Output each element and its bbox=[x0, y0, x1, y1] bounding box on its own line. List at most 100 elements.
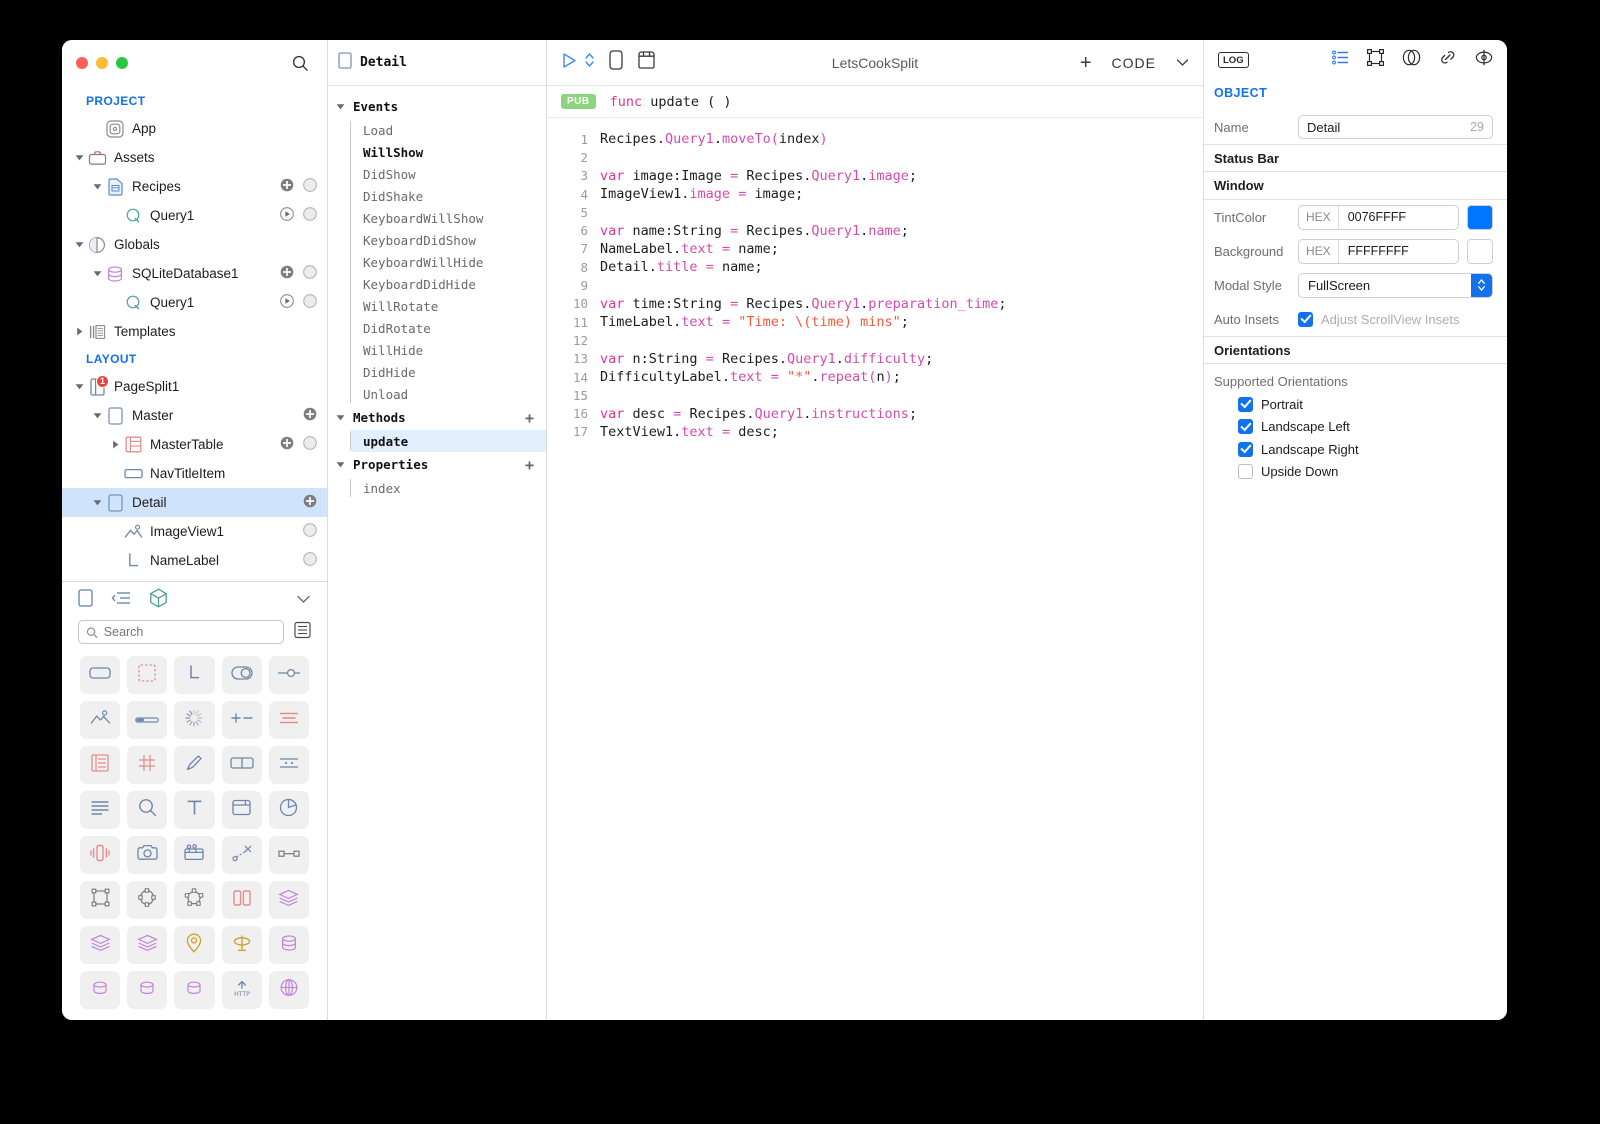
code-line[interactable]: 7 NameLabel.text = name; bbox=[547, 240, 1203, 258]
function-signature[interactable]: func update ( ) bbox=[610, 94, 732, 110]
search-input[interactable] bbox=[103, 625, 276, 639]
palette-item-db-row[interactable] bbox=[80, 971, 121, 1009]
device-icon[interactable] bbox=[609, 50, 623, 75]
chevron-updown-icon[interactable] bbox=[1471, 273, 1492, 297]
name-field[interactable]: Detail 29 bbox=[1298, 115, 1493, 139]
events-item-didhide[interactable]: DidHide bbox=[350, 361, 546, 383]
code-line[interactable]: 9 bbox=[547, 276, 1203, 294]
palette-item-stack-db[interactable] bbox=[127, 926, 168, 964]
twisty-closed-icon[interactable] bbox=[72, 327, 86, 336]
toggle-circle-icon[interactable] bbox=[303, 294, 317, 311]
toggle-circle-icon[interactable] bbox=[303, 523, 317, 540]
tree-item-assets[interactable]: Assets bbox=[62, 143, 327, 172]
events-item-willshow[interactable]: WillShow bbox=[350, 141, 546, 163]
events-item-willrotate[interactable]: WillRotate bbox=[350, 295, 546, 317]
palette-item-camera[interactable] bbox=[127, 836, 168, 874]
code-line[interactable]: 4 ImageView1.image = image; bbox=[547, 185, 1203, 203]
visibility-badge[interactable]: PUB bbox=[561, 94, 596, 109]
updown-icon[interactable] bbox=[584, 52, 595, 73]
log-button[interactable]: LOG bbox=[1218, 52, 1249, 68]
tintcolor-hex-field[interactable]: HEX 0076FFFF bbox=[1298, 204, 1459, 230]
twisty-open-icon[interactable] bbox=[336, 410, 345, 425]
palette-item-textview[interactable] bbox=[80, 791, 121, 829]
palette-item-label[interactable] bbox=[174, 656, 215, 694]
preview-icon[interactable] bbox=[1475, 49, 1493, 71]
orientation-checkbox[interactable] bbox=[1238, 441, 1253, 457]
attributes-icon[interactable] bbox=[1332, 50, 1349, 70]
twisty-open-icon[interactable] bbox=[72, 382, 86, 391]
events-item-keyboarddidhide[interactable]: KeyboardDidHide bbox=[350, 273, 546, 295]
palette-item-text[interactable] bbox=[174, 791, 215, 829]
code-editor[interactable]: 1 Recipes.Query1.moveTo(index) 2 3 var image… bbox=[547, 118, 1203, 1020]
add-methods-button[interactable]: + bbox=[525, 409, 534, 427]
search-icon[interactable] bbox=[291, 54, 309, 72]
palette-item-splitview[interactable] bbox=[221, 746, 262, 784]
section-window[interactable]: Window bbox=[1204, 172, 1507, 200]
palette-item-circle-shape[interactable] bbox=[127, 881, 168, 919]
palette-search-box[interactable] bbox=[78, 620, 284, 644]
palette-item-frame[interactable] bbox=[80, 881, 121, 919]
toggle-circle-icon[interactable] bbox=[303, 178, 317, 195]
events-item-didshow[interactable]: DidShow bbox=[350, 163, 546, 185]
tree-item-master[interactable]: Master bbox=[62, 401, 327, 430]
events-item-unload[interactable]: Unload bbox=[350, 383, 546, 405]
mode-label[interactable]: CODE bbox=[1112, 55, 1156, 71]
orientation-checkbox[interactable] bbox=[1238, 464, 1253, 480]
code-line[interactable]: 3 var image:Image = Recipes.Query1.image; bbox=[547, 167, 1203, 185]
palette-item-searchbar[interactable] bbox=[127, 791, 168, 829]
object-tab-icon[interactable] bbox=[149, 587, 168, 613]
toggle-circle-icon[interactable] bbox=[303, 552, 317, 569]
tree-item-globals[interactable]: Globals bbox=[62, 230, 327, 259]
code-line[interactable]: 16 var desc = Recipes.Query1.instructions… bbox=[547, 404, 1203, 422]
events-item-update[interactable]: update bbox=[350, 430, 546, 452]
palette-item-vibration[interactable] bbox=[80, 836, 121, 874]
tintcolor-swatch[interactable] bbox=[1467, 204, 1493, 230]
size-icon[interactable] bbox=[1367, 49, 1385, 71]
palette-item-segmented[interactable] bbox=[268, 701, 309, 739]
tree-item-pagesplit1[interactable]: 1 PageSplit1 bbox=[62, 372, 327, 401]
orientation-row-landscape-left[interactable]: Landscape Left bbox=[1204, 416, 1507, 439]
events-item-keyboardwillhide[interactable]: KeyboardWillHide bbox=[350, 251, 546, 273]
code-line[interactable]: 12 bbox=[547, 331, 1203, 349]
code-line[interactable]: 6 var name:String = Recipes.Query1.name; bbox=[547, 221, 1203, 239]
palette-item-stack-db[interactable] bbox=[268, 881, 309, 919]
palette-item-http[interactable]: HTTP bbox=[221, 971, 262, 1009]
add-icon[interactable] bbox=[280, 436, 294, 453]
twisty-open-icon[interactable] bbox=[90, 498, 104, 507]
tree-item-mastertable[interactable]: MasterTable bbox=[62, 430, 327, 459]
twisty-open-icon[interactable] bbox=[336, 457, 345, 472]
orientation-checkbox[interactable] bbox=[1238, 396, 1253, 412]
orientation-row-upside-down[interactable]: Upside Down bbox=[1204, 461, 1507, 484]
palette-item-chart[interactable] bbox=[268, 791, 309, 829]
palette-item-map-pin[interactable] bbox=[174, 926, 215, 964]
code-line[interactable]: 14 DifficultyLabel.text = "*".repeat(n); bbox=[547, 368, 1203, 386]
twisty-open-icon[interactable] bbox=[90, 182, 104, 191]
toggle-circle-icon[interactable] bbox=[303, 265, 317, 282]
orientation-row-portrait[interactable]: Portrait bbox=[1204, 393, 1507, 416]
palette-item-progressbar[interactable] bbox=[127, 701, 168, 739]
appearance-icon[interactable] bbox=[1402, 49, 1421, 71]
twisty-closed-icon[interactable] bbox=[108, 440, 122, 449]
tree-item-recipes[interactable]: Recipes bbox=[62, 172, 327, 201]
tree-item-namelabel[interactable]: NameLabel bbox=[62, 546, 327, 575]
palette-item-button[interactable] bbox=[80, 656, 121, 694]
code-line[interactable]: 2 bbox=[547, 148, 1203, 166]
events-item-keyboardwillshow[interactable]: KeyboardWillShow bbox=[350, 207, 546, 229]
add-icon[interactable] bbox=[280, 178, 294, 195]
palette-item-columns[interactable] bbox=[221, 881, 262, 919]
palette-item-placeholder[interactable] bbox=[127, 656, 168, 694]
palette-item-table[interactable] bbox=[80, 746, 121, 784]
palette-item-connector[interactable] bbox=[268, 836, 309, 874]
module-icon[interactable] bbox=[637, 50, 656, 75]
orientation-row-landscape-right[interactable]: Landscape Right bbox=[1204, 438, 1507, 461]
list-tab-icon[interactable] bbox=[111, 591, 131, 610]
code-line[interactable]: 8 Detail.title = name; bbox=[547, 258, 1203, 276]
list-view-icon[interactable] bbox=[294, 621, 311, 644]
tree-item-sqlitedatabase1[interactable]: SQLiteDatabase1 bbox=[62, 259, 327, 288]
tree-item-query1[interactable]: Query1 bbox=[62, 288, 327, 317]
section-orientations[interactable]: Orientations bbox=[1204, 336, 1507, 364]
events-section-methods[interactable]: Methods + bbox=[328, 405, 546, 430]
code-line[interactable]: 15 bbox=[547, 386, 1203, 404]
code-line[interactable]: 10 var time:String = Recipes.Query1.prepa… bbox=[547, 295, 1203, 313]
tree-item-navtitleitem[interactable]: NavTitleItem bbox=[62, 459, 327, 488]
